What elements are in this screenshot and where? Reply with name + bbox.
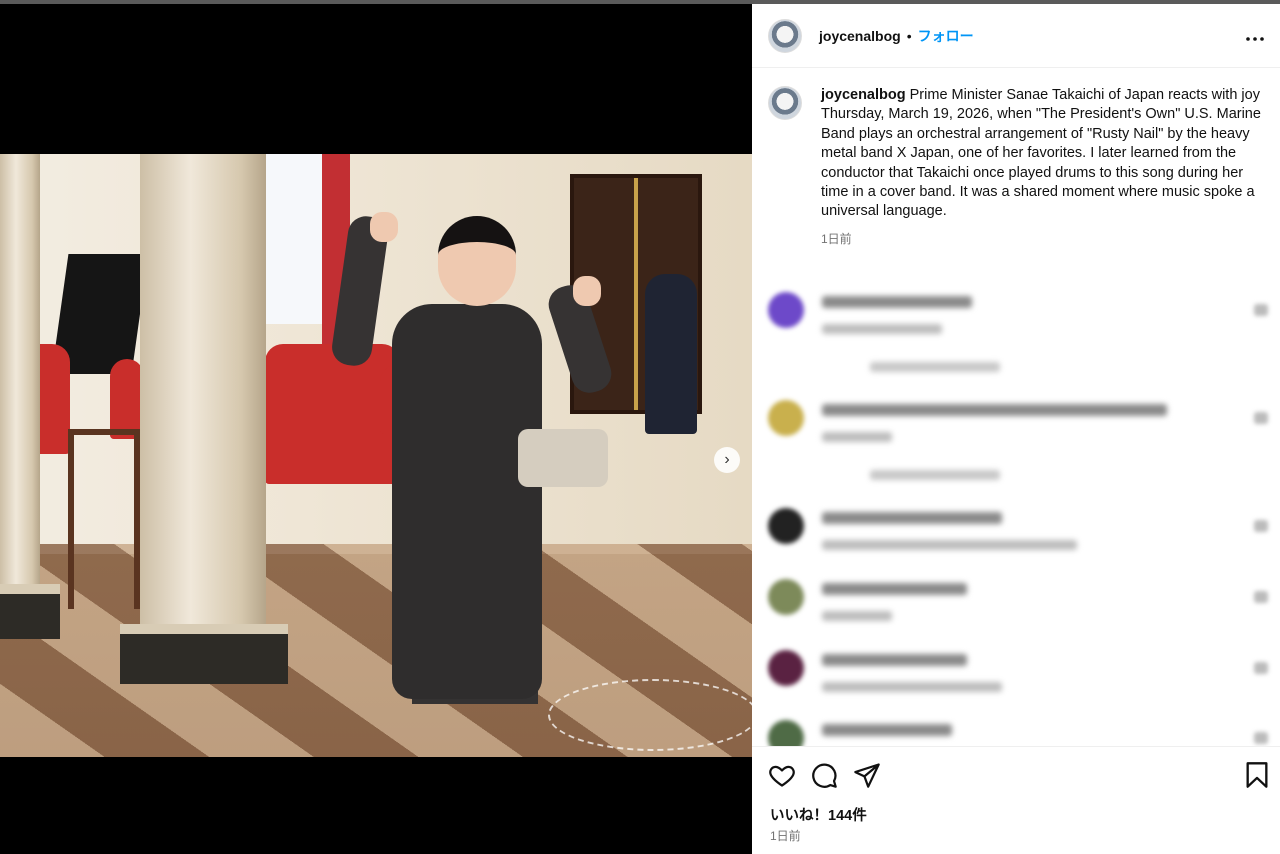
save-button[interactable] [1244,761,1272,789]
post-photo [0,154,752,757]
marble-column [140,154,266,634]
guard-figure [645,274,697,434]
handbag [518,429,608,487]
heart-icon[interactable] [1254,412,1268,424]
post-caption: joycenalbog Prime Minister Sanae Takaich… [752,68,1280,247]
heart-icon[interactable] [1254,732,1268,744]
post-header: joycenalbog • フォロー [752,4,1280,68]
heart-icon[interactable] [1254,304,1268,316]
post-side-panel: joycenalbog • フォロー joycenalbog Prime Min… [752,4,1280,854]
follow-button[interactable]: フォロー [918,26,974,46]
likes-count[interactable]: いいね！144件 [770,804,867,825]
comment-item [768,650,1268,692]
share-button[interactable] [853,761,881,789]
chair [68,429,140,609]
heart-icon[interactable] [1254,520,1268,532]
heart-icon [769,765,795,787]
post-media: › [0,4,752,854]
comment-item [768,400,1268,480]
comment-button[interactable] [810,761,838,789]
woman-figure [392,304,542,699]
comment-item [768,720,1268,746]
caption-avatar[interactable] [768,86,802,120]
more-options-icon[interactable] [1246,24,1264,47]
caption-timestamp: 1日前 [821,231,852,246]
heart-icon[interactable] [1254,591,1268,603]
caption-text: Prime Minister Sanae Takaichi of Japan r… [821,87,1261,220]
carousel-next-button[interactable]: › [714,447,740,473]
instagram-post-viewer: › joycenalbog • フォロー joycenalbog Prime M… [0,0,1280,854]
comment-avatar [768,400,804,436]
comment-item [768,292,1268,372]
username-link[interactable]: joycenalbog [819,28,901,44]
post-timestamp: 1日前 [770,829,801,843]
comment-avatar [768,579,804,615]
caption-username[interactable]: joycenalbog [821,87,906,103]
avatar[interactable] [768,18,802,53]
post-actions-bar [752,746,1280,789]
comment-avatar [768,650,804,686]
share-icon [854,763,880,788]
comment-avatar [768,508,804,544]
separator-dot: • [906,27,912,44]
like-button[interactable] [768,761,796,789]
heart-icon[interactable] [1254,662,1268,674]
floor-seal-projection [548,679,752,751]
comment-avatar [768,720,804,746]
comment-item [768,579,1268,621]
comment-avatar [768,292,804,328]
bookmark-icon [1246,762,1268,788]
comments-list[interactable] [752,286,1280,746]
comment-icon [812,763,837,788]
chevron-right-icon: › [724,451,730,468]
comment-item [768,508,1268,550]
